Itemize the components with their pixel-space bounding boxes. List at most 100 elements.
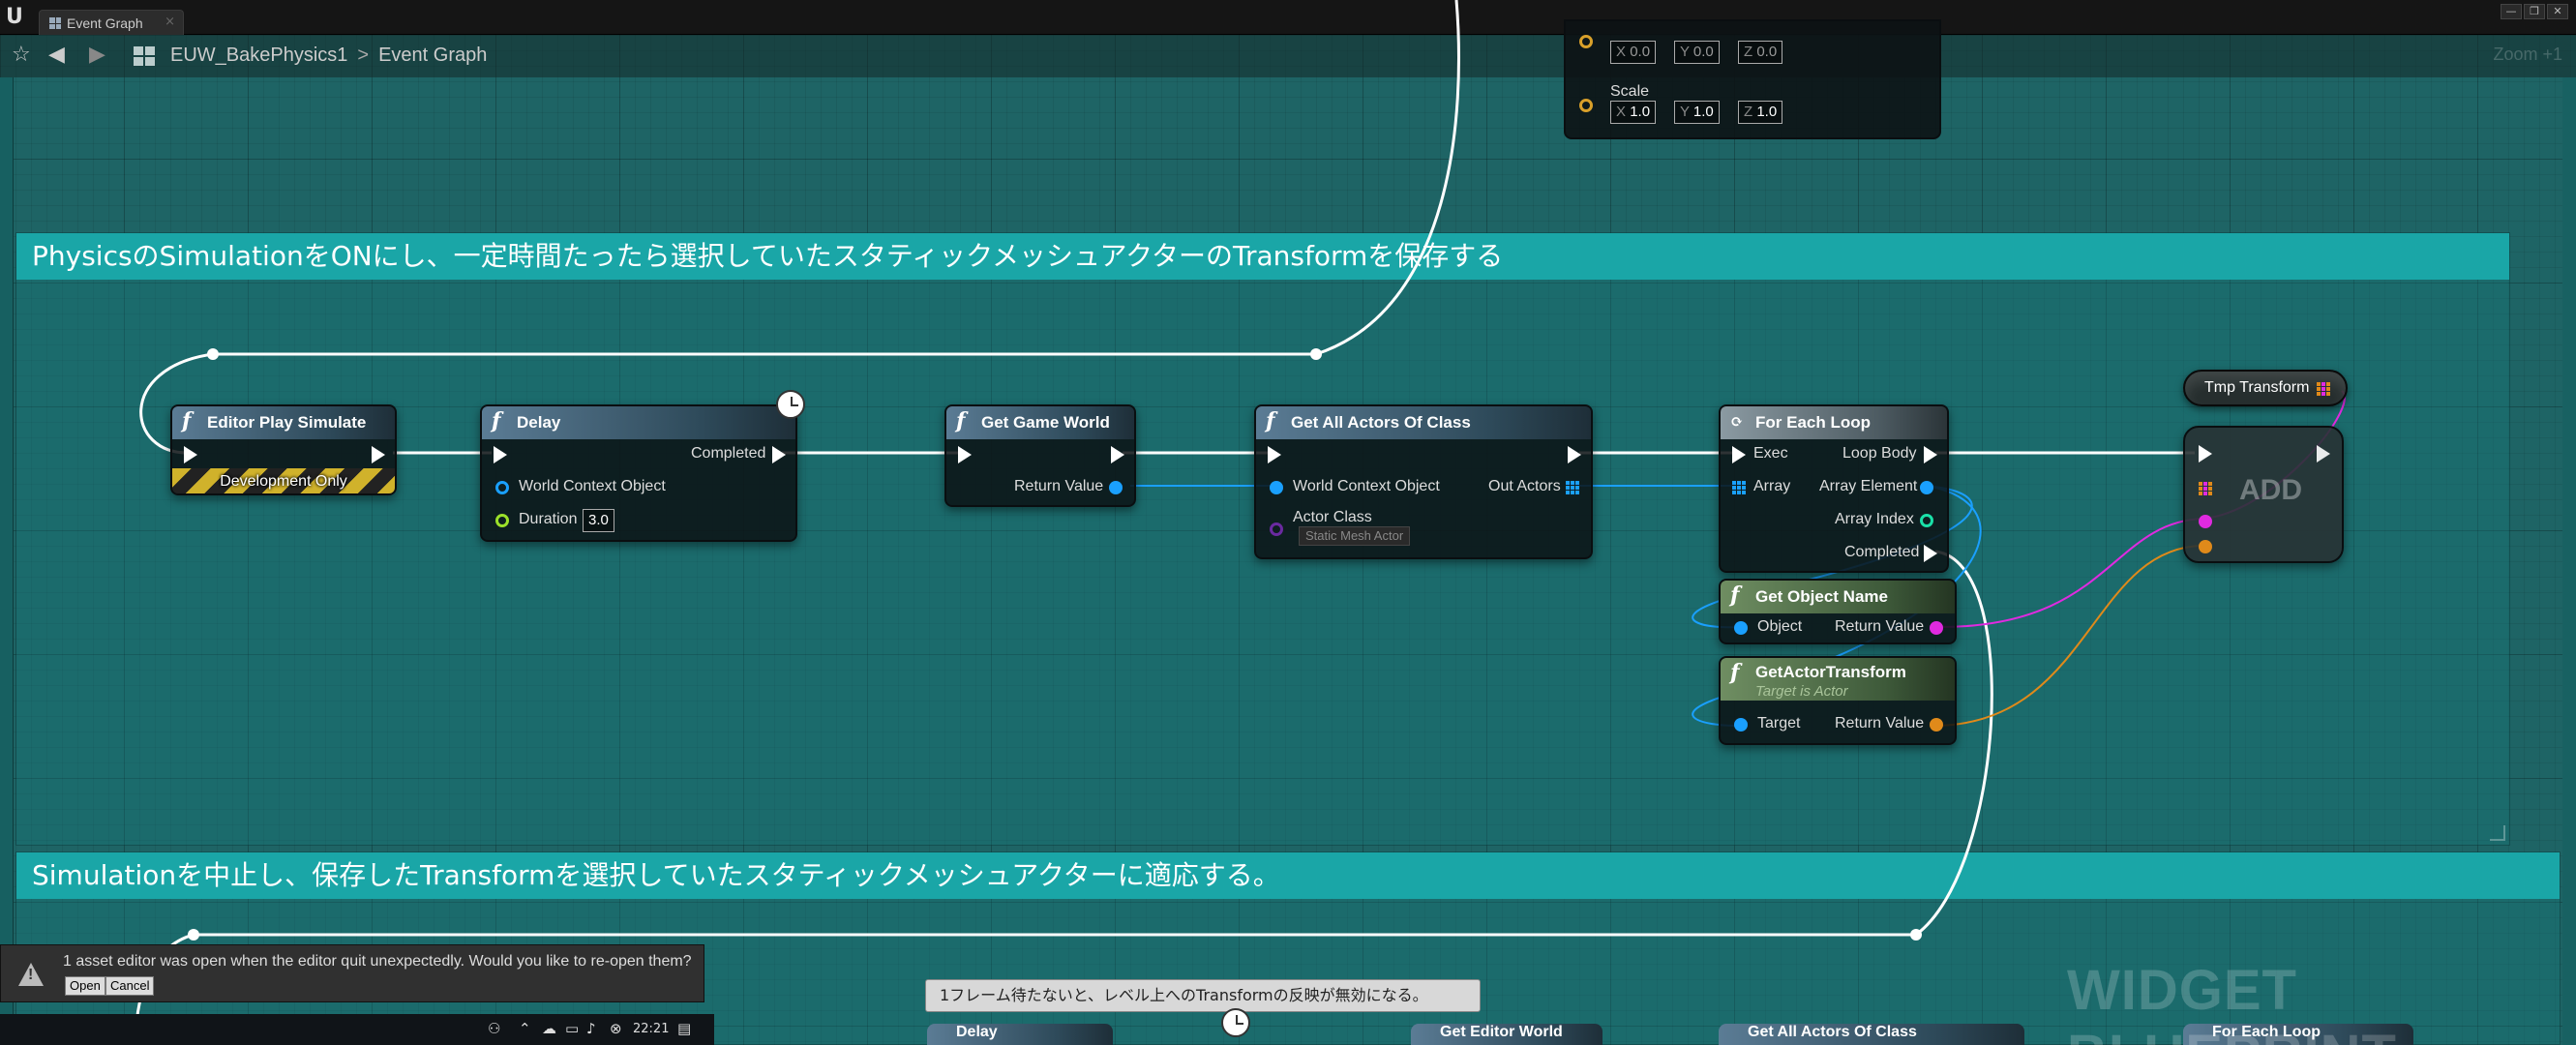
completed-pin[interactable] <box>772 446 786 463</box>
node-get-object-name[interactable]: Get Object Name f Object Return Value <box>1719 579 1957 644</box>
forward-icon[interactable]: ▶ <box>89 43 105 67</box>
exec-in-pin[interactable] <box>184 446 197 463</box>
map-variable-pin[interactable] <box>2317 382 2330 396</box>
maximize-button[interactable]: ❐ <box>2524 4 2545 19</box>
node-bottom-delay[interactable]: Delay <box>927 1024 1113 1045</box>
node-title: Editor Play Simulate <box>172 406 395 439</box>
actor-class-pin[interactable] <box>1270 522 1283 536</box>
chevron-up-icon[interactable]: ⌃ <box>519 1020 531 1037</box>
array-index-label: Array Index <box>1835 511 1914 527</box>
scale-z[interactable]: Z 1.0 <box>1738 101 1783 124</box>
target-label: Target <box>1757 715 1801 732</box>
exec-out-pin[interactable] <box>372 446 385 463</box>
node-bottom-get-editor-world[interactable]: Get Editor World <box>1411 1024 1603 1045</box>
star-icon[interactable]: ☆ <box>12 43 31 67</box>
latent-clock-icon <box>776 390 805 419</box>
exec-label: Exec <box>1753 445 1788 462</box>
exec-in-pin[interactable] <box>958 446 972 463</box>
return-value-pin[interactable] <box>1109 481 1123 494</box>
variable-label: Tmp Transform <box>2204 379 2310 396</box>
volume-icon[interactable]: ♪ <box>586 1020 596 1037</box>
scale-y[interactable]: Y 1.0 <box>1674 101 1720 124</box>
completed-pin[interactable] <box>1924 545 1937 562</box>
function-icon: f <box>1730 660 1740 685</box>
return-value-pin[interactable] <box>1930 621 1943 635</box>
node-title: Get Game World <box>946 406 1134 439</box>
object-pin[interactable] <box>1734 621 1748 635</box>
development-only-label: Development Only <box>220 473 347 490</box>
object-label: Object <box>1757 618 1803 635</box>
exec-in-pin[interactable] <box>494 446 507 463</box>
duration-input[interactable]: 3.0 <box>583 509 614 532</box>
exec-in-pin[interactable] <box>1732 446 1746 463</box>
people-icon[interactable]: ⚇ <box>488 1020 500 1037</box>
comment-title[interactable]: Simulationを中止し、保存したTransformを選択していたスタティッ… <box>16 852 2560 899</box>
node-bottom-get-all-actors[interactable]: Get All Actors Of Class <box>1719 1024 2024 1045</box>
node-for-each-loop[interactable]: For Each Loop ⟳ Exec Loop Body Array Arr… <box>1719 404 1949 573</box>
node-title: For Each Loop <box>1721 406 1947 439</box>
value-pin[interactable] <box>2199 540 2212 553</box>
scale-pin[interactable] <box>1579 99 1593 112</box>
transform-input-node[interactable]: X 0.0 Y 0.0 Z 0.0 Scale X 1.0 Y 1.0 Z 1.… <box>1564 19 1941 139</box>
rotation-pin[interactable] <box>1579 35 1593 48</box>
duration-pin[interactable] <box>495 514 509 527</box>
scale-x[interactable]: X 1.0 <box>1610 101 1657 124</box>
minimize-button[interactable]: — <box>2501 4 2522 19</box>
back-icon[interactable]: ◀ <box>48 43 65 67</box>
exec-in-pin[interactable] <box>1268 446 1281 463</box>
exec-out-pin[interactable] <box>1111 446 1124 463</box>
clock-time[interactable]: 22:21 <box>633 1022 669 1036</box>
tab-label: Event Graph <box>67 15 143 31</box>
graph-left-edge <box>0 77 14 1045</box>
out-actors-pin[interactable] <box>1566 481 1579 494</box>
function-icon: f <box>182 408 192 433</box>
target-pin[interactable] <box>1734 718 1748 732</box>
actor-class-dropdown[interactable]: Static Mesh Actor <box>1299 526 1411 546</box>
node-delay[interactable]: Delay f Completed World Context Object D… <box>480 404 797 542</box>
array-pin[interactable] <box>1732 481 1746 494</box>
tab-close-icon[interactable]: × <box>165 15 175 29</box>
breadcrumb-asset[interactable]: EUW_BakePhysics1 <box>170 45 347 67</box>
graph-right-edge <box>2562 77 2576 1045</box>
exec-in-pin[interactable] <box>2199 445 2212 463</box>
node-editor-play-simulate[interactable]: Editor Play Simulate f Development Only <box>170 404 397 495</box>
node-title: Get All Actors Of Class <box>1719 1024 2024 1045</box>
loop-body-pin[interactable] <box>1924 446 1937 463</box>
exec-out-pin[interactable] <box>2317 445 2330 463</box>
ime-icon[interactable]: ⊗ <box>610 1020 622 1037</box>
node-title: Delay <box>482 406 795 439</box>
breadcrumb: EUW_BakePhysics1 > Event Graph <box>170 45 487 67</box>
loop-body-label: Loop Body <box>1842 445 1917 462</box>
return-value-label: Return Value <box>1835 618 1925 635</box>
tab-event-graph[interactable]: Event Graph × <box>39 10 184 35</box>
key-pin[interactable] <box>2199 515 2212 528</box>
node-get-actor-transform[interactable]: GetActorTransform f Target is Actor Targ… <box>1719 656 1957 745</box>
exec-out-pin[interactable] <box>1568 446 1581 463</box>
close-window-button[interactable]: ✕ <box>2547 4 2568 19</box>
latent-clock-icon <box>1221 1008 1250 1037</box>
node-get-game-world[interactable]: Get Game World f Return Value <box>944 404 1136 507</box>
world-context-pin[interactable] <box>495 481 509 494</box>
reopen-assets-notification: ! 1 asset editor was open when the edito… <box>0 944 704 1002</box>
array-index-pin[interactable] <box>1920 514 1933 527</box>
node-tmp-transform-variable[interactable]: Tmp Transform <box>2183 370 2348 406</box>
actor-class-label: Actor Class <box>1293 509 1372 525</box>
target-map-pin[interactable] <box>2199 482 2212 495</box>
breadcrumb-graph[interactable]: Event Graph <box>378 45 487 67</box>
resize-grip-icon[interactable] <box>2490 825 2505 841</box>
comment-title[interactable]: PhysicsのSimulationをONにし、一定時間たったら選択していたスタ… <box>16 233 2509 280</box>
array-element-pin[interactable] <box>1920 481 1933 494</box>
world-context-pin[interactable] <box>1270 481 1283 494</box>
node-map-add[interactable]: ADD <box>2183 426 2344 563</box>
cloud-icon[interactable]: ☁ <box>542 1020 556 1037</box>
network-icon[interactable]: ▭ <box>565 1020 579 1037</box>
open-button[interactable]: Open <box>65 976 105 996</box>
graph-toolbar: ☆ ◀ ▶ EUW_BakePhysics1 > Event Graph <box>0 35 2576 77</box>
widget-blueprint-watermark: WIDGET BLUEPRINT <box>2067 959 2396 1045</box>
system-taskbar: ⚇ ⌃ ☁ ▭ ♪ ⊗ 22:21 ▤ <box>0 1014 714 1045</box>
node-get-all-actors-of-class[interactable]: Get All Actors Of Class f World Context … <box>1254 404 1593 559</box>
cancel-button[interactable]: Cancel <box>105 976 155 996</box>
node-subtitle: Target is Actor <box>1755 683 1848 700</box>
notification-center-icon[interactable]: ▤ <box>677 1020 691 1037</box>
return-value-pin[interactable] <box>1930 718 1943 732</box>
